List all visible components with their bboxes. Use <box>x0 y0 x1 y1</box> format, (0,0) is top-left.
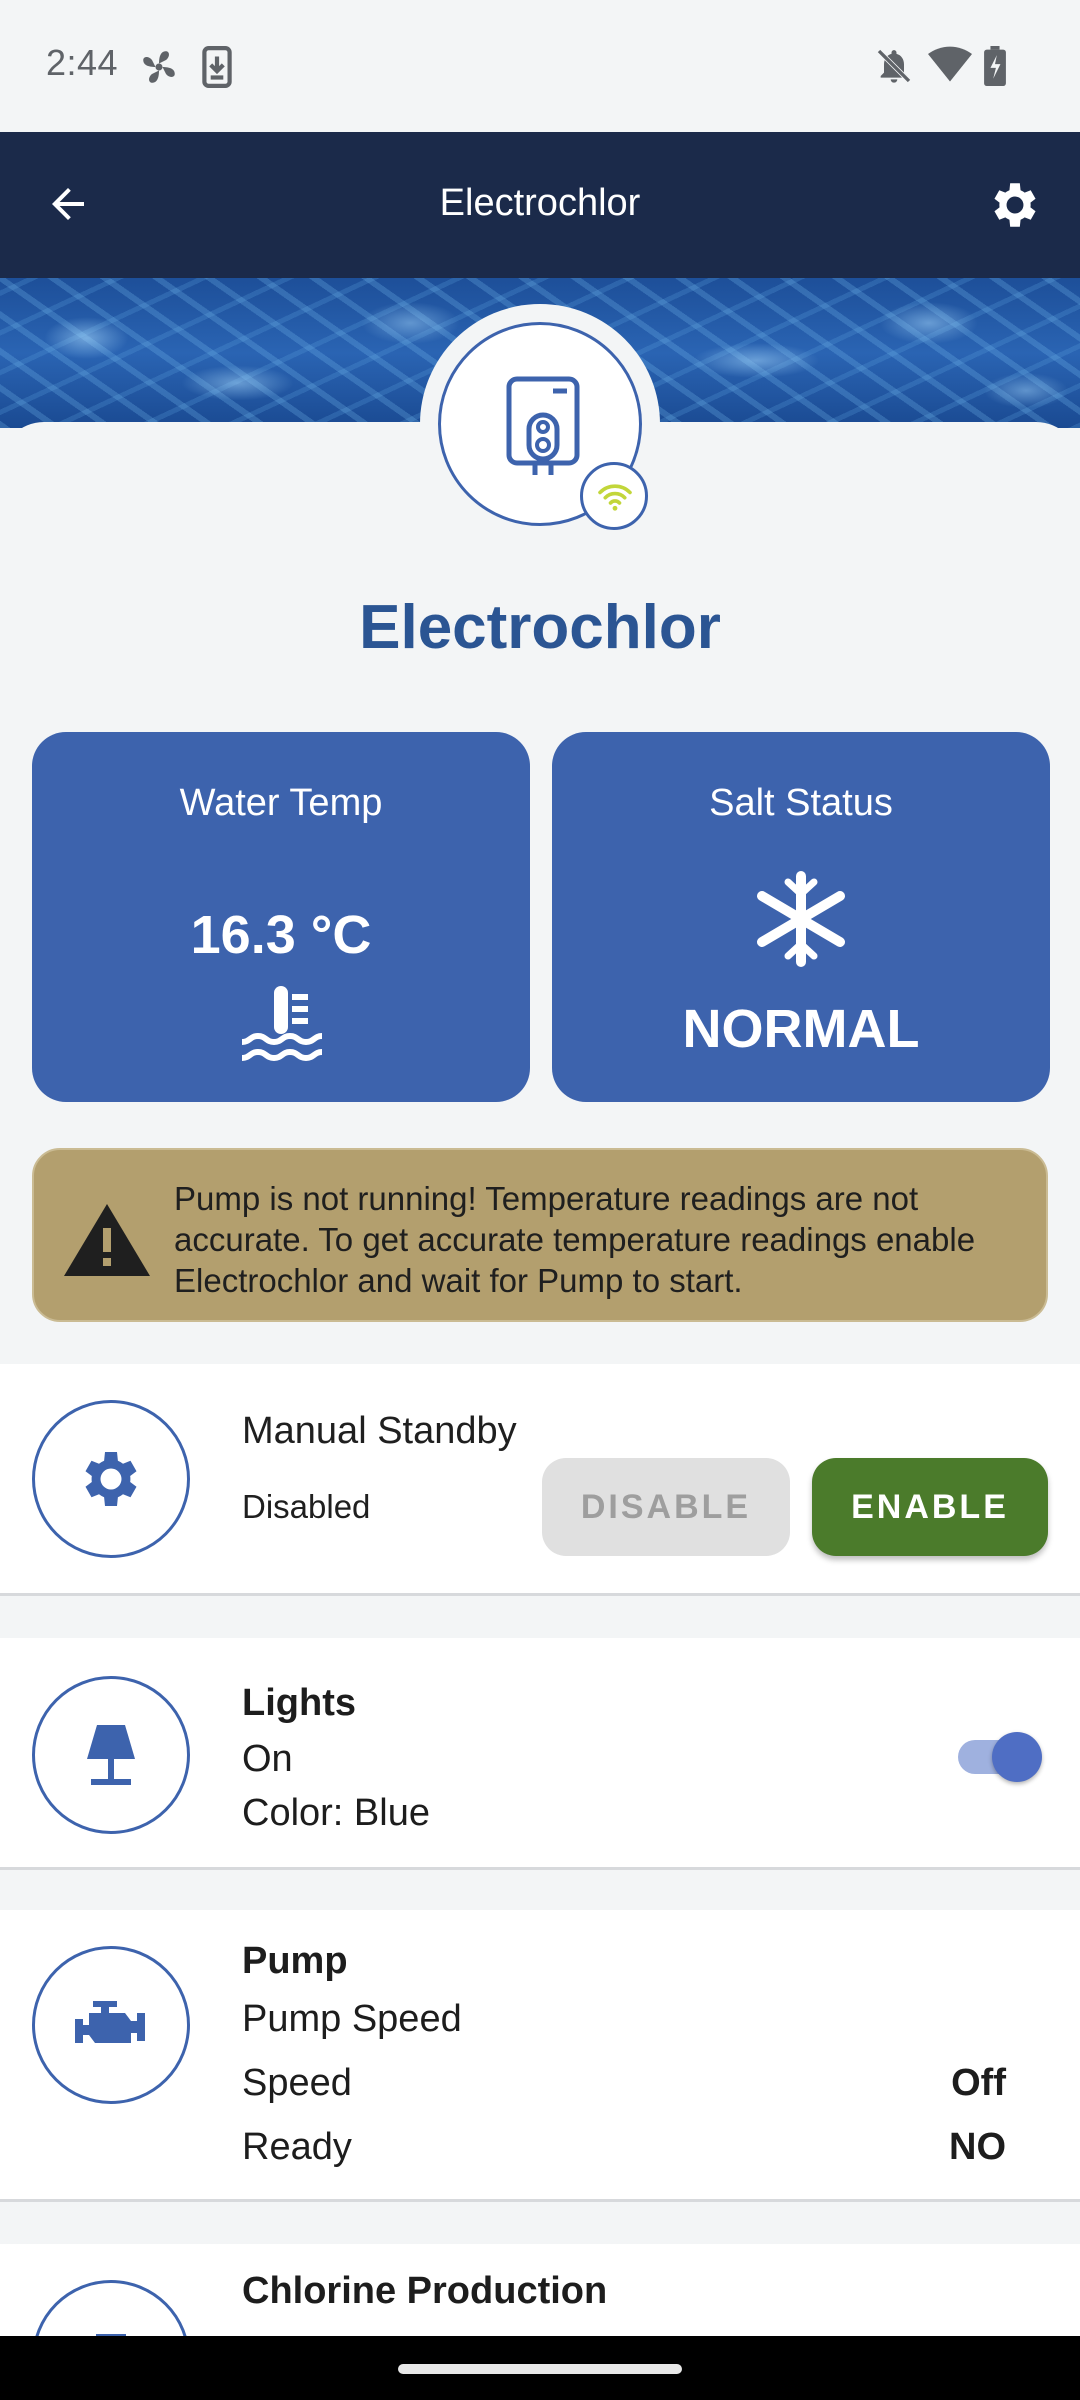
pump-card[interactable]: Pump Pump Speed Speed Off Ready NO <box>0 1910 1080 2202</box>
app-bar: Electrochlor <box>0 132 1080 278</box>
chlorinator-device-icon <box>506 376 580 475</box>
wifi-icon <box>928 46 972 89</box>
page-title: Electrochlor <box>439 182 641 224</box>
notifications-off-icon <box>874 46 914 91</box>
lights-icon-circle <box>32 1676 190 1834</box>
settings-gear-icon[interactable] <box>986 176 1044 239</box>
pump-speed-value: Off <box>951 2062 1006 2104</box>
home-gesture-handle[interactable] <box>398 2364 682 2374</box>
lights-state: On <box>242 1738 293 1780</box>
pump-ready-label: Ready <box>242 2126 352 2168</box>
lights-color: Color: Blue <box>242 1792 430 1834</box>
engine-icon <box>75 2001 145 2043</box>
status-time: 2:44 <box>46 42 119 83</box>
fan-icon <box>138 46 180 93</box>
water-temp-tile[interactable]: Water Temp 16.3 °C <box>32 732 530 1102</box>
pump-icon-circle <box>32 1946 190 2104</box>
lights-card[interactable]: Lights On Color: Blue <box>0 1638 1080 1870</box>
wifi-signal-icon <box>598 484 632 511</box>
battery-icon <box>984 46 1006 91</box>
standby-icon-circle <box>32 1400 190 1558</box>
system-nav-bar <box>0 2336 1080 2400</box>
pump-ready-value: NO <box>949 2126 1006 2168</box>
salt-status-label: Salt Status <box>709 782 893 824</box>
standby-title: Manual Standby <box>242 1410 517 1452</box>
download-icon <box>200 46 234 93</box>
status-bar: 2:44 <box>0 0 1080 132</box>
enable-button[interactable]: ENABLE <box>812 1458 1048 1556</box>
pump-warning-banner: Pump is not running! Temperature reading… <box>32 1148 1048 1322</box>
toggle-thumb <box>992 1732 1042 1782</box>
warning-text: Pump is not running! Temperature reading… <box>174 1180 976 1299</box>
snowflake-icon <box>748 870 854 973</box>
gear-icon <box>85 1452 137 1506</box>
chlorine-title: Chlorine Production <box>242 2270 608 2312</box>
water-thermometer-icon <box>238 982 324 1069</box>
manual-standby-card: Manual Standby Disabled DISABLE ENABLE <box>0 1364 1080 1596</box>
pump-title: Pump <box>242 1940 348 1982</box>
wifi-connected-badge <box>580 462 648 530</box>
lights-toggle[interactable] <box>958 1732 1042 1782</box>
salt-status-tile[interactable]: Salt Status NORMAL <box>552 732 1050 1102</box>
lights-title: Lights <box>242 1682 356 1724</box>
standby-state: Disabled <box>242 1488 371 1525</box>
warning-triangle-icon <box>62 1202 152 1283</box>
pump-subtitle: Pump Speed <box>242 1998 462 2040</box>
disable-button[interactable]: DISABLE <box>542 1458 790 1556</box>
water-temp-label: Water Temp <box>179 782 383 824</box>
water-temp-value: 16.3 °C <box>190 905 372 965</box>
device-name: Electrochlor <box>359 593 721 662</box>
pump-speed-label: Speed <box>242 2062 352 2104</box>
lamp-icon <box>87 1725 135 1785</box>
salt-status-value: NORMAL <box>682 999 920 1059</box>
